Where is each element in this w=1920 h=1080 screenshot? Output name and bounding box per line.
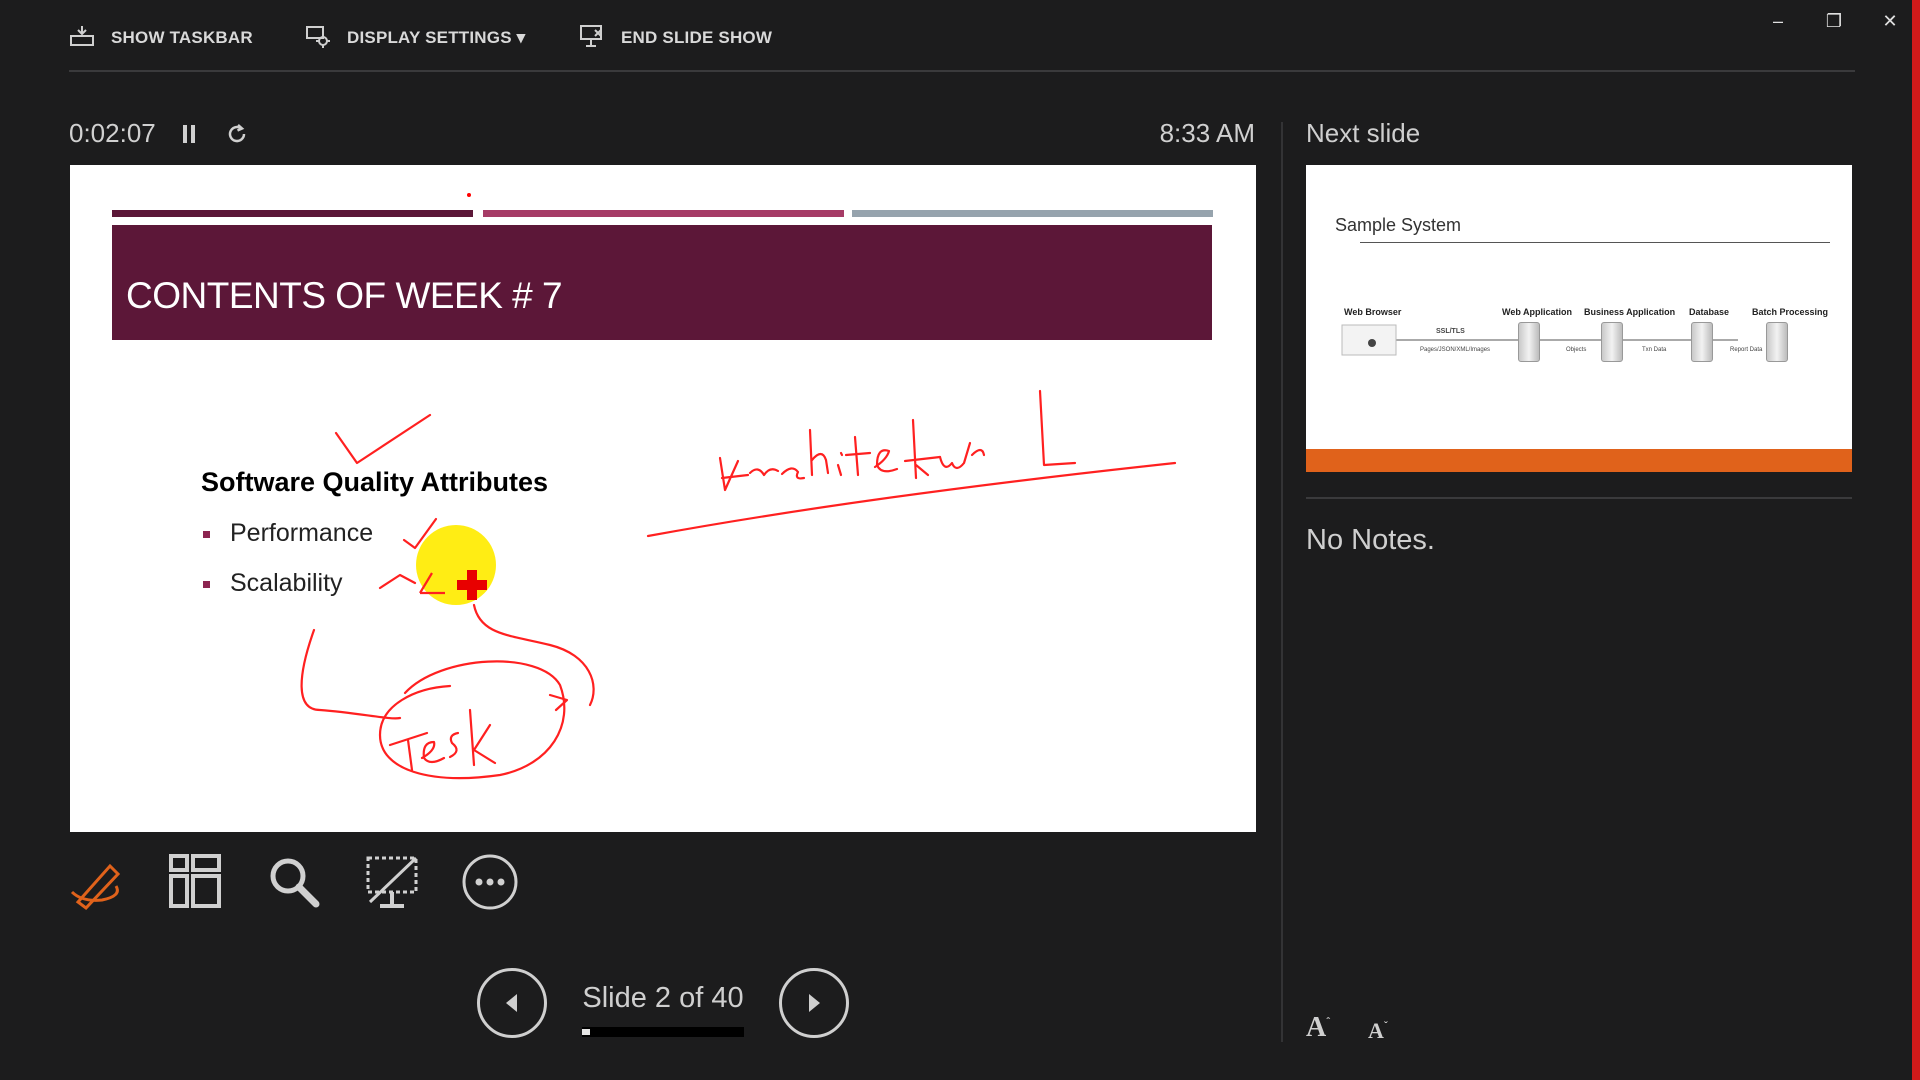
display-settings-label: DISPLAY SETTINGS ▾ (347, 28, 526, 47)
slide-title-box: CONTENTS OF WEEK # 7 (112, 225, 1212, 340)
accent-bar-1 (112, 210, 473, 217)
decrease-font-button[interactable]: Aˇ (1368, 1018, 1388, 1044)
display-settings-icon (305, 23, 331, 54)
black-screen-button[interactable] (360, 850, 424, 914)
clock: 8:33 AM (1159, 118, 1255, 148)
slide-counter: Slide 2 of 40 (582, 982, 744, 1014)
increase-font-label: A (1306, 1012, 1327, 1043)
see-all-slides-icon (169, 854, 221, 908)
slide-title: CONTENTS OF WEEK # 7 (126, 275, 563, 316)
zoom-button[interactable] (262, 850, 326, 914)
next-slide-footer-bar (1306, 449, 1852, 472)
show-taskbar-button[interactable]: SHOW TASKBAR (69, 22, 253, 54)
decrease-font-caret-icon: ˇ (1383, 1018, 1388, 1033)
close-button[interactable]: ✕ (1868, 6, 1912, 36)
restore-icon: ❐ (1825, 10, 1843, 31)
increase-font-caret-icon: ˆ (1326, 1014, 1331, 1029)
display-settings-button[interactable]: DISPLAY SETTINGS ▾ (305, 22, 525, 54)
close-icon: ✕ (1882, 10, 1898, 31)
speaker-notes: No Notes. (1306, 524, 1435, 556)
accent-bar-3 (852, 210, 1213, 217)
diagram-link-label: Txn Data (1642, 347, 1667, 353)
slide-progress-bar (582, 1027, 744, 1037)
minimize-button[interactable]: – (1756, 6, 1800, 36)
next-slide-label: Next slide (1306, 118, 1421, 148)
previous-slide-button[interactable] (477, 968, 547, 1038)
slide-progress-fill (582, 1029, 591, 1035)
end-slide-show-label: END SLIDE SHOW (621, 28, 773, 47)
bullet-marker (203, 531, 210, 538)
business-application-server-icon (1601, 322, 1623, 362)
diagram-node: Database (1689, 307, 1730, 317)
restore-button[interactable]: ❐ (1812, 6, 1856, 36)
diagram-link-label: Objects (1566, 347, 1587, 353)
more-options-icon (462, 854, 518, 910)
elapsed-timer: 0:02:07 (69, 118, 156, 148)
bullet-item: Scalability (230, 569, 343, 597)
accent-bar-2 (483, 210, 844, 217)
diagram-node: Business Application (1584, 307, 1676, 317)
bullet-item: Performance (230, 519, 374, 547)
pane-divider (1281, 122, 1283, 1042)
see-all-slides-button[interactable] (163, 850, 227, 914)
diagram-node: Web Browser (1344, 307, 1402, 317)
increase-font-button[interactable]: Aˆ (1306, 1012, 1330, 1044)
minimize-icon: – (1772, 10, 1783, 31)
end-show-icon (579, 23, 605, 54)
current-slide[interactable]: CONTENTS OF WEEK # 7 Software Quality At… (70, 165, 1256, 832)
pen-icon (70, 863, 121, 911)
diagram-link-label: SSL/TLS (1436, 328, 1465, 335)
pen-tool-button[interactable] (66, 850, 130, 914)
diagram-link-label: Report Data (1730, 347, 1763, 353)
toolbar-divider (69, 70, 1855, 72)
next-slide-thumbnail[interactable]: Sample System Web Browser Web Applicatio… (1306, 165, 1852, 472)
pause-timer-button[interactable] (178, 120, 200, 148)
bullet-marker (203, 581, 210, 588)
next-slide-button[interactable] (779, 968, 849, 1038)
diagram-node: Web Application (1502, 307, 1573, 317)
arrow-left-icon (506, 994, 517, 1012)
decrease-font-label: A (1368, 1018, 1384, 1043)
reset-icon (228, 124, 246, 143)
more-options-button[interactable] (458, 850, 522, 914)
black-screen-icon (366, 856, 418, 908)
reset-timer-button[interactable] (223, 120, 251, 148)
notes-divider (1306, 497, 1852, 499)
database-icon (1691, 322, 1713, 362)
pause-icon (183, 125, 195, 143)
taskbar-icon (69, 23, 95, 54)
end-slide-show-button[interactable]: END SLIDE SHOW (579, 22, 772, 54)
diagram-node: Batch Processing (1752, 307, 1829, 317)
system-diagram-lines (1341, 324, 1738, 356)
show-taskbar-label: SHOW TASKBAR (111, 28, 253, 47)
batch-processing-server-icon (1766, 322, 1788, 362)
magnifier-icon (270, 858, 320, 908)
window-edge (1912, 0, 1920, 1080)
slide-heading: Software Quality Attributes (201, 467, 549, 497)
diagram-link-label: Pages/JSON/XML/Images (1420, 347, 1491, 353)
web-application-server-icon (1518, 322, 1540, 362)
arrow-right-icon (809, 994, 820, 1012)
